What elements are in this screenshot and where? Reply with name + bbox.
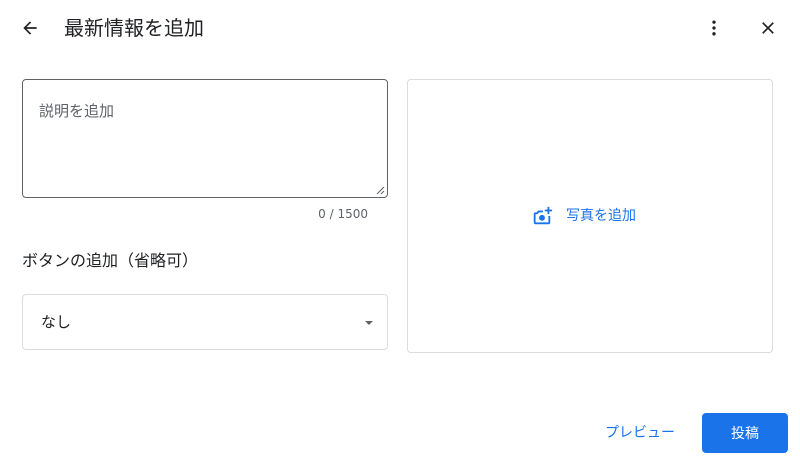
- close-icon: [762, 22, 774, 34]
- add-photo-icon: [530, 204, 554, 228]
- description-field: [22, 79, 388, 198]
- select-value: なし: [41, 313, 72, 331]
- dropdown-arrow-icon: [365, 321, 373, 325]
- add-photo-label: 写真を追加: [566, 208, 636, 224]
- add-update-dialog: 最新情報を追加 0 / 1500 ボタンの追加（省略可） なし: [0, 0, 800, 458]
- character-counter: 0 / 1500: [318, 207, 368, 221]
- resize-handle-icon[interactable]: [376, 186, 385, 195]
- more-vertical-icon: [712, 20, 716, 36]
- add-photo-button[interactable]: 写真を追加: [530, 204, 636, 228]
- add-button-heading: ボタンの追加（省略可）: [22, 251, 199, 270]
- photo-upload-area[interactable]: 写真を追加: [407, 79, 773, 353]
- dialog-header: 最新情報を追加: [0, 0, 800, 56]
- preview-button[interactable]: プレビュー: [588, 413, 692, 451]
- post-button[interactable]: 投稿: [702, 413, 788, 453]
- button-type-select[interactable]: なし: [22, 294, 388, 350]
- close-button[interactable]: [754, 14, 782, 42]
- description-input[interactable]: [23, 80, 387, 197]
- dialog-title: 最新情報を追加: [64, 16, 204, 40]
- arrow-left-icon: [23, 21, 37, 35]
- back-button[interactable]: [16, 14, 44, 42]
- more-options-button[interactable]: [700, 14, 728, 42]
